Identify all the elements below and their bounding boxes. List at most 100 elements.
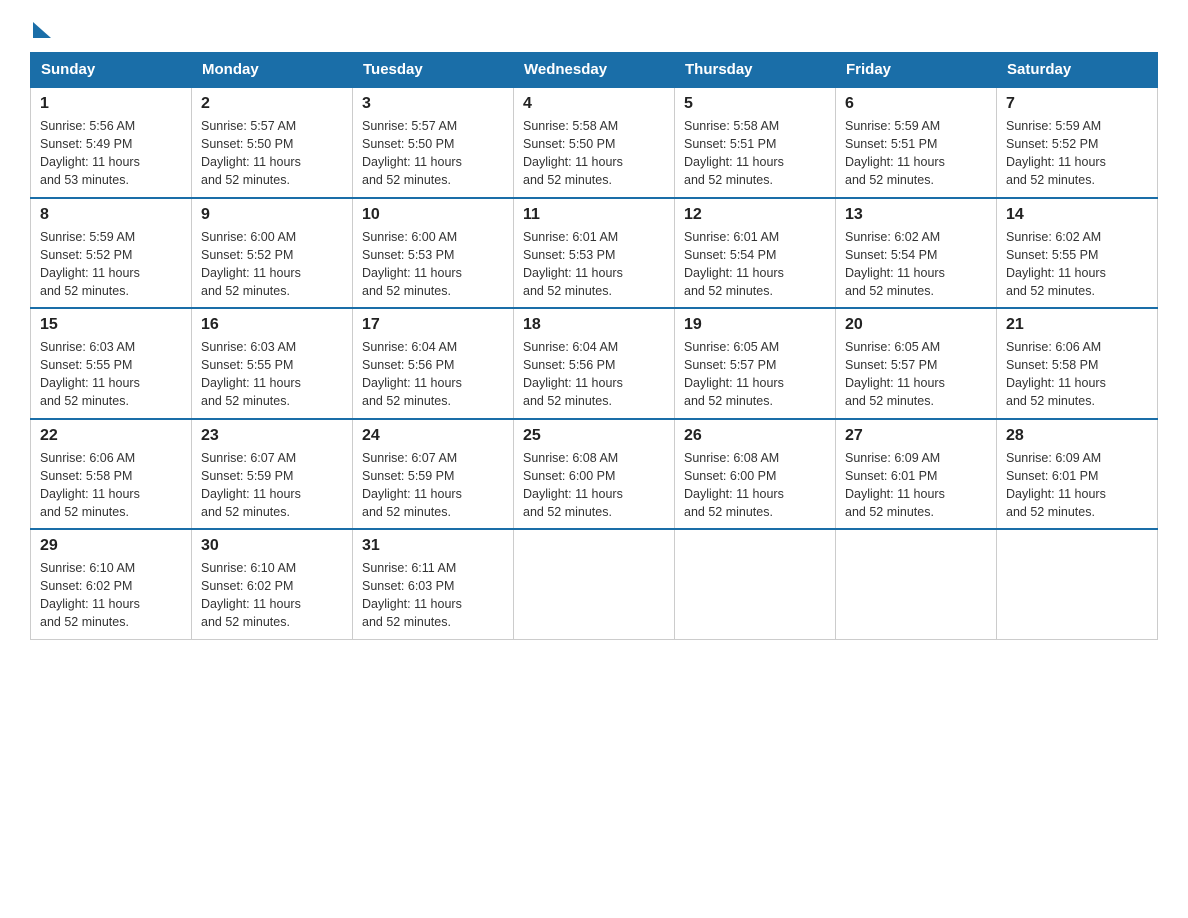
calendar-cell bbox=[675, 529, 836, 639]
day-info: Sunrise: 6:07 AMSunset: 5:59 PMDaylight:… bbox=[362, 451, 462, 519]
day-info: Sunrise: 6:04 AMSunset: 5:56 PMDaylight:… bbox=[523, 340, 623, 408]
day-info: Sunrise: 6:09 AMSunset: 6:01 PMDaylight:… bbox=[845, 451, 945, 519]
calendar-cell: 7 Sunrise: 5:59 AMSunset: 5:52 PMDayligh… bbox=[997, 87, 1158, 198]
day-number: 26 bbox=[684, 427, 826, 445]
day-info: Sunrise: 5:58 AMSunset: 5:51 PMDaylight:… bbox=[684, 119, 784, 187]
calendar-header: SundayMondayTuesdayWednesdayThursdayFrid… bbox=[31, 53, 1158, 88]
day-number: 30 bbox=[201, 537, 343, 555]
day-number: 7 bbox=[1006, 95, 1148, 113]
day-number: 14 bbox=[1006, 206, 1148, 224]
day-info: Sunrise: 6:03 AMSunset: 5:55 PMDaylight:… bbox=[40, 340, 140, 408]
day-info: Sunrise: 6:00 AMSunset: 5:53 PMDaylight:… bbox=[362, 230, 462, 298]
day-info: Sunrise: 6:04 AMSunset: 5:56 PMDaylight:… bbox=[362, 340, 462, 408]
calendar-cell: 8 Sunrise: 5:59 AMSunset: 5:52 PMDayligh… bbox=[31, 198, 192, 309]
calendar-table: SundayMondayTuesdayWednesdayThursdayFrid… bbox=[30, 52, 1158, 640]
day-number: 8 bbox=[40, 206, 182, 224]
day-number: 11 bbox=[523, 206, 665, 224]
day-number: 23 bbox=[201, 427, 343, 445]
calendar-cell: 24 Sunrise: 6:07 AMSunset: 5:59 PMDaylig… bbox=[353, 419, 514, 530]
calendar-cell: 26 Sunrise: 6:08 AMSunset: 6:00 PMDaylig… bbox=[675, 419, 836, 530]
day-info: Sunrise: 5:59 AMSunset: 5:52 PMDaylight:… bbox=[1006, 119, 1106, 187]
day-info: Sunrise: 5:59 AMSunset: 5:51 PMDaylight:… bbox=[845, 119, 945, 187]
day-number: 28 bbox=[1006, 427, 1148, 445]
calendar-week-row: 15 Sunrise: 6:03 AMSunset: 5:55 PMDaylig… bbox=[31, 308, 1158, 419]
day-number: 17 bbox=[362, 316, 504, 334]
day-info: Sunrise: 6:05 AMSunset: 5:57 PMDaylight:… bbox=[845, 340, 945, 408]
calendar-cell: 16 Sunrise: 6:03 AMSunset: 5:55 PMDaylig… bbox=[192, 308, 353, 419]
day-info: Sunrise: 6:02 AMSunset: 5:54 PMDaylight:… bbox=[845, 230, 945, 298]
weekday-header-wednesday: Wednesday bbox=[514, 53, 675, 88]
calendar-cell: 4 Sunrise: 5:58 AMSunset: 5:50 PMDayligh… bbox=[514, 87, 675, 198]
calendar-cell: 22 Sunrise: 6:06 AMSunset: 5:58 PMDaylig… bbox=[31, 419, 192, 530]
calendar-cell: 15 Sunrise: 6:03 AMSunset: 5:55 PMDaylig… bbox=[31, 308, 192, 419]
day-number: 24 bbox=[362, 427, 504, 445]
calendar-cell: 14 Sunrise: 6:02 AMSunset: 5:55 PMDaylig… bbox=[997, 198, 1158, 309]
day-number: 16 bbox=[201, 316, 343, 334]
day-number: 25 bbox=[523, 427, 665, 445]
day-number: 31 bbox=[362, 537, 504, 555]
day-number: 29 bbox=[40, 537, 182, 555]
day-number: 1 bbox=[40, 95, 182, 113]
day-info: Sunrise: 5:59 AMSunset: 5:52 PMDaylight:… bbox=[40, 230, 140, 298]
calendar-cell: 19 Sunrise: 6:05 AMSunset: 5:57 PMDaylig… bbox=[675, 308, 836, 419]
calendar-cell: 1 Sunrise: 5:56 AMSunset: 5:49 PMDayligh… bbox=[31, 87, 192, 198]
day-number: 27 bbox=[845, 427, 987, 445]
day-info: Sunrise: 6:06 AMSunset: 5:58 PMDaylight:… bbox=[1006, 340, 1106, 408]
weekday-header-thursday: Thursday bbox=[675, 53, 836, 88]
day-number: 20 bbox=[845, 316, 987, 334]
calendar-cell: 20 Sunrise: 6:05 AMSunset: 5:57 PMDaylig… bbox=[836, 308, 997, 419]
calendar-cell: 18 Sunrise: 6:04 AMSunset: 5:56 PMDaylig… bbox=[514, 308, 675, 419]
day-info: Sunrise: 6:00 AMSunset: 5:52 PMDaylight:… bbox=[201, 230, 301, 298]
calendar-cell: 31 Sunrise: 6:11 AMSunset: 6:03 PMDaylig… bbox=[353, 529, 514, 639]
day-info: Sunrise: 6:01 AMSunset: 5:53 PMDaylight:… bbox=[523, 230, 623, 298]
calendar-cell: 25 Sunrise: 6:08 AMSunset: 6:00 PMDaylig… bbox=[514, 419, 675, 530]
day-info: Sunrise: 6:11 AMSunset: 6:03 PMDaylight:… bbox=[362, 561, 462, 629]
weekday-header-monday: Monday bbox=[192, 53, 353, 88]
calendar-body: 1 Sunrise: 5:56 AMSunset: 5:49 PMDayligh… bbox=[31, 87, 1158, 639]
weekday-header-sunday: Sunday bbox=[31, 53, 192, 88]
day-number: 5 bbox=[684, 95, 826, 113]
day-number: 6 bbox=[845, 95, 987, 113]
day-number: 15 bbox=[40, 316, 182, 334]
calendar-cell: 5 Sunrise: 5:58 AMSunset: 5:51 PMDayligh… bbox=[675, 87, 836, 198]
day-info: Sunrise: 6:09 AMSunset: 6:01 PMDaylight:… bbox=[1006, 451, 1106, 519]
calendar-cell: 2 Sunrise: 5:57 AMSunset: 5:50 PMDayligh… bbox=[192, 87, 353, 198]
calendar-cell: 11 Sunrise: 6:01 AMSunset: 5:53 PMDaylig… bbox=[514, 198, 675, 309]
day-info: Sunrise: 6:10 AMSunset: 6:02 PMDaylight:… bbox=[201, 561, 301, 629]
day-number: 12 bbox=[684, 206, 826, 224]
calendar-cell: 21 Sunrise: 6:06 AMSunset: 5:58 PMDaylig… bbox=[997, 308, 1158, 419]
day-info: Sunrise: 5:58 AMSunset: 5:50 PMDaylight:… bbox=[523, 119, 623, 187]
day-info: Sunrise: 6:02 AMSunset: 5:55 PMDaylight:… bbox=[1006, 230, 1106, 298]
calendar-cell: 28 Sunrise: 6:09 AMSunset: 6:01 PMDaylig… bbox=[997, 419, 1158, 530]
calendar-cell: 23 Sunrise: 6:07 AMSunset: 5:59 PMDaylig… bbox=[192, 419, 353, 530]
calendar-cell: 17 Sunrise: 6:04 AMSunset: 5:56 PMDaylig… bbox=[353, 308, 514, 419]
day-number: 18 bbox=[523, 316, 665, 334]
day-number: 21 bbox=[1006, 316, 1148, 334]
day-number: 19 bbox=[684, 316, 826, 334]
day-number: 22 bbox=[40, 427, 182, 445]
day-info: Sunrise: 6:10 AMSunset: 6:02 PMDaylight:… bbox=[40, 561, 140, 629]
calendar-week-row: 1 Sunrise: 5:56 AMSunset: 5:49 PMDayligh… bbox=[31, 87, 1158, 198]
calendar-cell: 6 Sunrise: 5:59 AMSunset: 5:51 PMDayligh… bbox=[836, 87, 997, 198]
day-number: 10 bbox=[362, 206, 504, 224]
calendar-cell bbox=[997, 529, 1158, 639]
weekday-header-saturday: Saturday bbox=[997, 53, 1158, 88]
day-info: Sunrise: 6:05 AMSunset: 5:57 PMDaylight:… bbox=[684, 340, 784, 408]
day-number: 3 bbox=[362, 95, 504, 113]
calendar-cell: 10 Sunrise: 6:00 AMSunset: 5:53 PMDaylig… bbox=[353, 198, 514, 309]
day-info: Sunrise: 6:08 AMSunset: 6:00 PMDaylight:… bbox=[684, 451, 784, 519]
day-info: Sunrise: 6:03 AMSunset: 5:55 PMDaylight:… bbox=[201, 340, 301, 408]
calendar-cell: 9 Sunrise: 6:00 AMSunset: 5:52 PMDayligh… bbox=[192, 198, 353, 309]
logo-arrow-icon bbox=[33, 22, 51, 38]
day-info: Sunrise: 6:07 AMSunset: 5:59 PMDaylight:… bbox=[201, 451, 301, 519]
calendar-week-row: 22 Sunrise: 6:06 AMSunset: 5:58 PMDaylig… bbox=[31, 419, 1158, 530]
day-number: 4 bbox=[523, 95, 665, 113]
day-info: Sunrise: 5:56 AMSunset: 5:49 PMDaylight:… bbox=[40, 119, 140, 187]
calendar-cell: 12 Sunrise: 6:01 AMSunset: 5:54 PMDaylig… bbox=[675, 198, 836, 309]
day-info: Sunrise: 6:06 AMSunset: 5:58 PMDaylight:… bbox=[40, 451, 140, 519]
calendar-cell bbox=[514, 529, 675, 639]
day-info: Sunrise: 5:57 AMSunset: 5:50 PMDaylight:… bbox=[201, 119, 301, 187]
calendar-week-row: 8 Sunrise: 5:59 AMSunset: 5:52 PMDayligh… bbox=[31, 198, 1158, 309]
weekday-header-row: SundayMondayTuesdayWednesdayThursdayFrid… bbox=[31, 53, 1158, 88]
logo bbox=[30, 20, 51, 34]
